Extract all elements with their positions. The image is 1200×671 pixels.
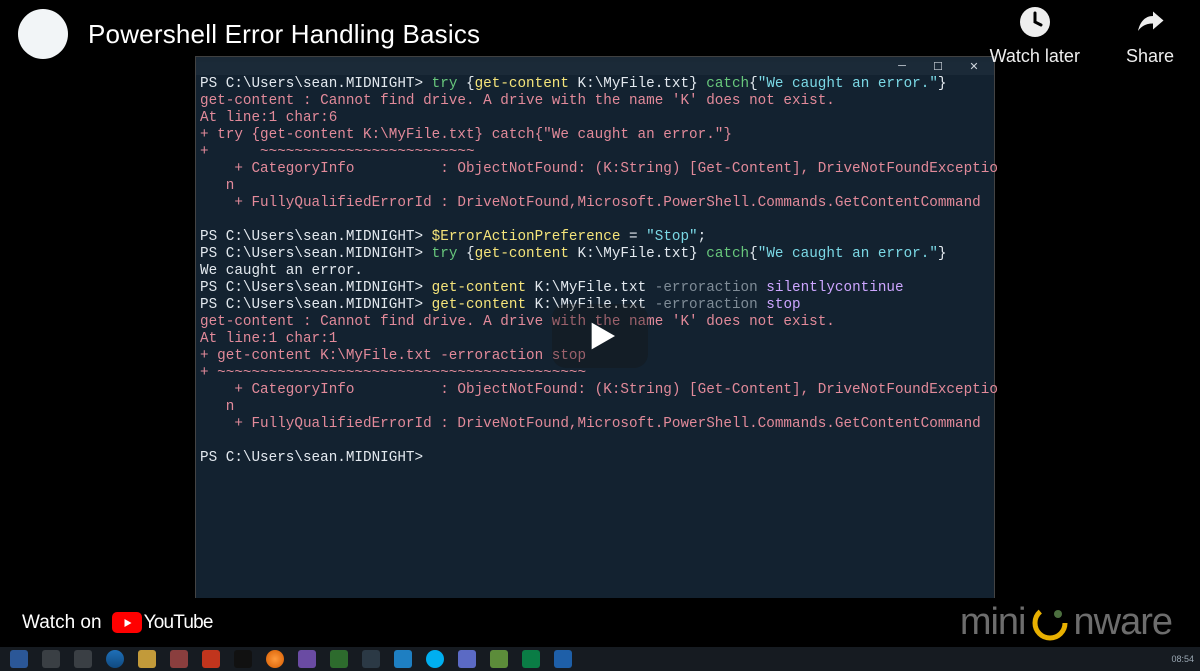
powerpoint-icon[interactable] bbox=[202, 650, 220, 668]
search-icon[interactable] bbox=[42, 650, 60, 668]
top-actions: Watch later Share bbox=[990, 2, 1174, 67]
play-button[interactable] bbox=[552, 304, 648, 368]
watch-on-youtube-button[interactable]: Watch on YouTube bbox=[0, 612, 213, 634]
brand-swirl-icon bbox=[1030, 603, 1070, 643]
share-label: Share bbox=[1126, 46, 1174, 67]
youtube-play-icon bbox=[112, 612, 142, 633]
app-icon[interactable] bbox=[458, 650, 476, 668]
watch-on-label: Watch on bbox=[22, 612, 102, 634]
taskbar-tray: 08:54 bbox=[1171, 654, 1200, 664]
app-icon[interactable] bbox=[394, 650, 412, 668]
youtube-text: YouTube bbox=[144, 612, 213, 634]
youtube-logo: YouTube bbox=[112, 612, 213, 634]
watch-later-button[interactable]: Watch later bbox=[990, 2, 1080, 67]
taskview-icon[interactable] bbox=[74, 650, 92, 668]
share-button[interactable]: Share bbox=[1126, 2, 1174, 67]
channel-avatar[interactable] bbox=[18, 9, 68, 59]
video-player: ─ ☐ ✕ PS C:\Users\sean.MIDNIGHT> try {ge… bbox=[0, 0, 1200, 671]
skype-icon[interactable] bbox=[426, 650, 444, 668]
brand-text-left: mini bbox=[960, 601, 1026, 644]
taskbar-clock: 08:54 bbox=[1171, 654, 1194, 664]
windows-taskbar: 08:54 bbox=[0, 647, 1200, 671]
top-overlay: Powershell Error Handling Basics Watch l… bbox=[0, 0, 1200, 64]
app-icon[interactable] bbox=[330, 650, 348, 668]
visualstudio-icon[interactable] bbox=[298, 650, 316, 668]
share-icon bbox=[1130, 2, 1170, 42]
terminal-icon[interactable] bbox=[362, 650, 380, 668]
explorer-icon[interactable] bbox=[138, 650, 156, 668]
app-icon[interactable] bbox=[554, 650, 572, 668]
app-icon[interactable] bbox=[490, 650, 508, 668]
hulu-icon[interactable] bbox=[522, 650, 540, 668]
app-icon[interactable] bbox=[234, 650, 252, 668]
video-title[interactable]: Powershell Error Handling Basics bbox=[88, 19, 480, 50]
watch-later-label: Watch later bbox=[990, 46, 1080, 67]
firefox-icon[interactable] bbox=[266, 650, 284, 668]
edge-icon[interactable] bbox=[106, 650, 124, 668]
start-icon[interactable] bbox=[10, 650, 28, 668]
brand-watermark: mini nware bbox=[960, 601, 1200, 644]
clock-icon bbox=[1015, 2, 1055, 42]
app-icon[interactable] bbox=[170, 650, 188, 668]
bottom-bar: Watch on YouTube mini nware bbox=[0, 598, 1200, 647]
play-icon bbox=[580, 316, 620, 356]
brand-text-right: nware bbox=[1074, 601, 1173, 644]
